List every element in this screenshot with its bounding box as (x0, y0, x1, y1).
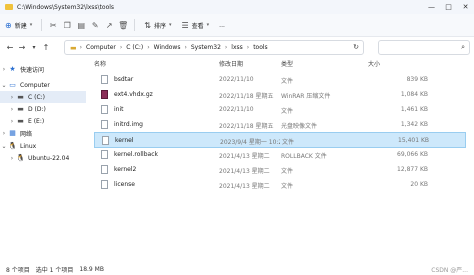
linux-icon: 🐧 (16, 154, 25, 162)
network-icon: ▦ (9, 129, 16, 137)
chevron-down-icon[interactable]: ⌄ (0, 82, 8, 89)
navigation-bar: ← → ▾ ↑ ▬ › Computer › C (C:) › Windows … (0, 37, 474, 57)
breadcrumb-item[interactable]: C (C:) (126, 44, 143, 51)
folder-icon (5, 4, 13, 10)
column-header-type[interactable]: 类型 (281, 59, 293, 69)
sidebar-item-quick-access[interactable]: › ★ 快速访问 (0, 63, 86, 75)
item-count: 8 个项目 (6, 266, 30, 274)
maximize-icon[interactable]: □ (440, 0, 457, 14)
file-icon (101, 150, 108, 159)
paste-icon[interactable]: ▤ (74, 17, 88, 33)
sort-icon: ⇅ (144, 20, 151, 30)
recent-dropdown-icon[interactable]: ▾ (28, 40, 40, 54)
minimize-icon[interactable]: — (423, 0, 440, 14)
column-header-name[interactable]: 名称 (94, 59, 106, 69)
divider (134, 19, 136, 31)
forward-icon[interactable]: → (16, 40, 28, 54)
selection-size: 18.9 MB (79, 265, 104, 273)
table-row[interactable]: init 2022/11/10 文件 1,461 KB (94, 102, 466, 118)
chevron-right-icon[interactable]: › (0, 66, 8, 73)
chevron-right-icon[interactable]: › (8, 118, 16, 125)
window-title: C:\Windows\System32\lxss\tools (17, 3, 115, 11)
sidebar-item-c-drive[interactable]: › ▬ C (C:) (0, 91, 86, 103)
view-button[interactable]: ☰ 查看 ▾ (176, 17, 214, 33)
file-icon (101, 105, 108, 114)
selection-count: 选中 1 个项目 (35, 266, 74, 274)
disc-image-icon (101, 120, 108, 129)
chevron-right-icon[interactable]: › (8, 155, 16, 162)
table-row[interactable]: kernel.rollback 2021/4/13 星期二 ROLLBACK 文… (94, 147, 466, 163)
status-bar: 8 个项目 选中 1 个项目 18.9 MB (0, 263, 474, 275)
file-icon (102, 136, 109, 145)
copy-icon[interactable]: ❐ (60, 17, 74, 33)
table-row[interactable]: ext4.vhdx.gz 2022/11/18 星期五 WinRAR 压缩文件 … (94, 87, 466, 103)
watermark: CSDN @严... (431, 267, 468, 274)
breadcrumb-item[interactable]: lxss (231, 44, 242, 51)
rename-icon[interactable]: ✎ (88, 17, 102, 33)
search-input[interactable]: ⌕ (378, 40, 470, 55)
breadcrumb: › Computer › C (C:) › Windows › System32… (79, 44, 268, 51)
archive-icon (101, 90, 108, 99)
breadcrumb-item[interactable]: Computer (86, 44, 116, 51)
file-list: 名称 修改日期 类型 大小 bsdtar 2022/11/10 文件 839 K… (92, 57, 474, 263)
table-row[interactable]: kernel2 2021/4/13 星期二 文件 12,877 KB (94, 162, 466, 178)
table-row[interactable]: bsdtar 2022/11/10 文件 839 KB (94, 72, 466, 88)
up-icon[interactable]: ↑ (40, 40, 52, 54)
folder-icon: ▬ (70, 43, 77, 52)
refresh-icon[interactable]: ↻ (353, 43, 359, 51)
new-button[interactable]: ⊕ 新建 ▾ (0, 17, 37, 33)
navigation-pane: › ★ 快速访问 ⌄ ▭ Computer › ▬ C (C:) › ▬ D (… (0, 57, 86, 263)
sidebar-item-linux[interactable]: ⌄ 🐧 Linux (0, 140, 86, 152)
window-controls: — □ ✕ (423, 0, 474, 14)
sidebar-item-network[interactable]: › ▦ 网络 (0, 127, 86, 139)
chevron-right-icon[interactable]: › (0, 130, 8, 137)
chevron-right-icon[interactable]: › (8, 94, 16, 101)
drive-icon: ▬ (17, 117, 24, 125)
chevron-down-icon: ▾ (168, 22, 172, 28)
command-bar: ⊕ 新建 ▾ ✂ ❐ ▤ ✎ ↗ 🗑 ⇅ 排序 ▾ ☰ 查看 ▾ ... (0, 14, 474, 37)
back-icon[interactable]: ← (4, 40, 16, 54)
delete-icon[interactable]: 🗑 (116, 17, 130, 33)
table-row[interactable]: initrd.img 2022/11/18 星期五 光盘映像文件 1,342 K… (94, 117, 466, 133)
more-button[interactable]: ... (214, 17, 230, 33)
chevron-down-icon: ▾ (206, 22, 210, 28)
plus-icon: ⊕ (5, 20, 12, 30)
file-icon (101, 180, 108, 189)
sidebar-item-d-drive[interactable]: › ▬ D (D:) (0, 103, 86, 115)
chevron-right-icon[interactable]: › (8, 106, 16, 113)
divider (41, 19, 43, 31)
table-row[interactable]: license 2021/4/13 星期二 文件 20 KB (94, 177, 466, 193)
sidebar-item-e-drive[interactable]: › ▬ E (E:) (0, 115, 86, 127)
computer-icon: ▭ (9, 81, 16, 89)
sort-button[interactable]: ⇅ 排序 ▾ (139, 17, 176, 33)
column-header-date[interactable]: 修改日期 (219, 59, 243, 69)
sidebar-item-computer[interactable]: ⌄ ▭ Computer (0, 79, 86, 91)
table-row-selected[interactable]: kernel 2023/9/4 星期一 10:20 文件 15,401 KB (94, 132, 466, 148)
column-header-size[interactable]: 大小 (368, 59, 380, 69)
address-bar[interactable]: ▬ › Computer › C (C:) › Windows › System… (64, 40, 364, 55)
star-icon: ★ (9, 65, 16, 73)
view-icon: ☰ (181, 20, 189, 30)
share-icon[interactable]: ↗ (102, 17, 116, 33)
file-icon (101, 165, 108, 174)
breadcrumb-item[interactable]: System32 (191, 44, 221, 51)
file-icon (101, 75, 108, 84)
breadcrumb-item[interactable]: tools (253, 44, 268, 51)
breadcrumb-item[interactable]: Windows (154, 44, 181, 51)
chevron-down-icon: ▾ (29, 22, 33, 28)
cut-icon[interactable]: ✂ (46, 17, 60, 33)
drive-icon: ▬ (17, 93, 24, 101)
search-icon: ⌕ (461, 43, 465, 51)
linux-icon: 🐧 (8, 142, 17, 150)
close-icon[interactable]: ✕ (457, 0, 474, 14)
sidebar-item-ubuntu[interactable]: › 🐧 Ubuntu-22.04 (0, 152, 86, 164)
title-bar: C:\Windows\System32\lxss\tools — □ ✕ (0, 0, 474, 14)
chevron-down-icon[interactable]: ⌄ (0, 143, 8, 150)
drive-icon: ▬ (17, 105, 24, 113)
